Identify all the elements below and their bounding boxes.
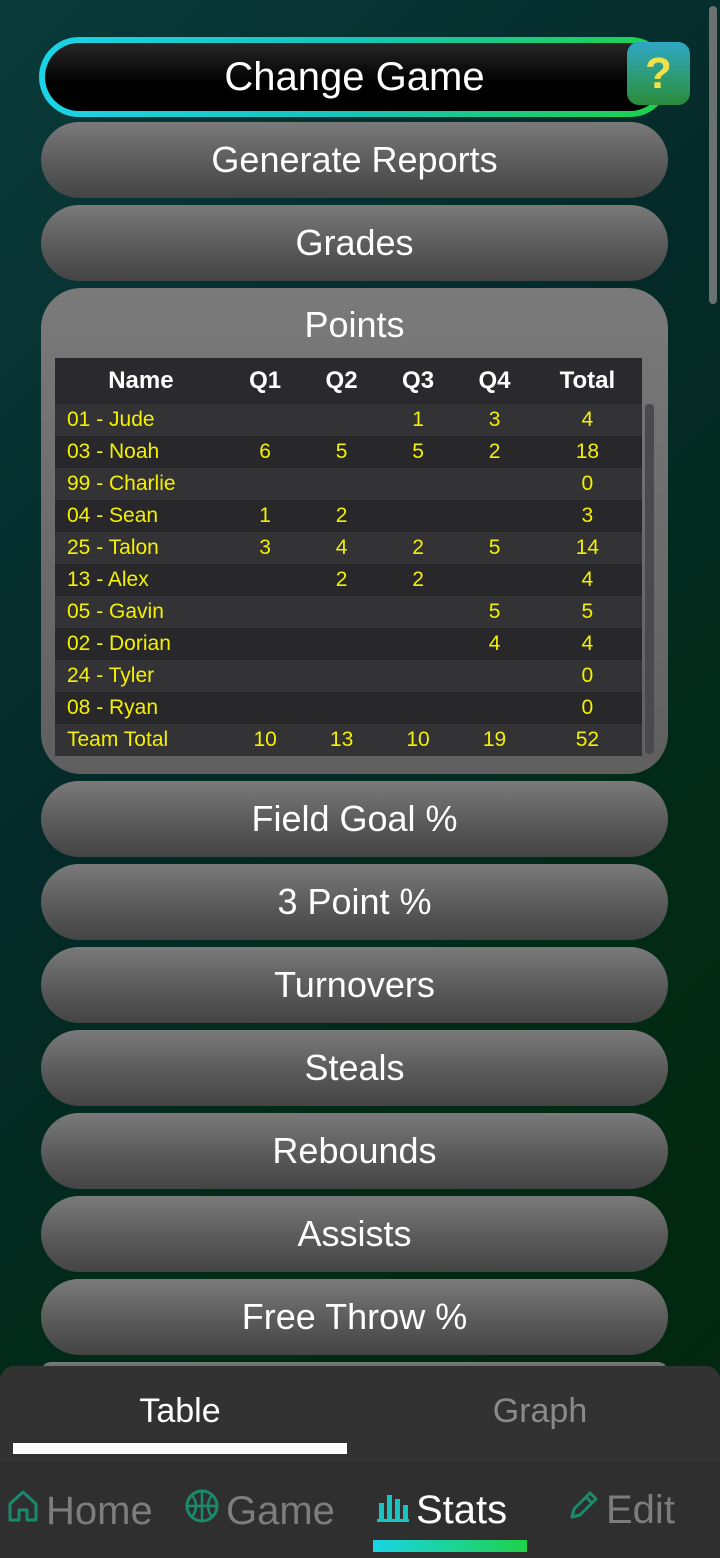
nav-game-label: Game: [226, 1488, 335, 1533]
cell-name: Team Total: [67, 728, 169, 751]
cell-q4: 19: [482, 728, 507, 751]
column-header-q1: Q1: [249, 367, 282, 394]
page-scrollbar[interactable]: [709, 6, 717, 304]
change-game-button[interactable]: Change Game: [41, 39, 668, 115]
cell-q4: 5: [488, 600, 501, 623]
cell-q4: 2: [488, 440, 501, 463]
free-throw-button[interactable]: Free Throw %: [41, 1279, 668, 1355]
help-button[interactable]: ?: [627, 42, 690, 105]
cell-name: 99 - Charlie: [67, 472, 176, 495]
cell-q1: 1: [259, 504, 271, 527]
table-row: 08 - Ryan 0: [55, 692, 642, 724]
table-row: 01 - Jude 1 3 4: [55, 404, 642, 436]
cell-q3: 2: [412, 568, 424, 591]
steals-button[interactable]: Steals: [41, 1030, 668, 1106]
home-icon: [6, 1488, 40, 1534]
cell-name: 02 - Dorian: [67, 632, 171, 655]
nav-home-label: Home: [46, 1488, 153, 1533]
rebounds-button[interactable]: Rebounds: [41, 1113, 668, 1189]
cell-q1: 3: [259, 536, 271, 559]
table-row: 13 - Alex 2 2 4: [55, 564, 642, 596]
cell-name: 05 - Gavin: [67, 600, 164, 623]
cell-name: 03 - Noah: [67, 440, 160, 463]
cell-q2: 13: [329, 728, 354, 751]
tab-table[interactable]: Table: [13, 1392, 347, 1431]
cell-name: 24 - Tyler: [67, 664, 155, 687]
table-row: 99 - Charlie 0: [55, 468, 642, 500]
basketball-icon: [184, 1488, 220, 1534]
cell-q3: 5: [412, 440, 424, 463]
table-header: Name Q1 Q2 Q3 Q4 Total: [55, 358, 642, 404]
nav-home[interactable]: Home: [6, 1488, 153, 1534]
table-row: 24 - Tyler 0: [55, 660, 642, 692]
column-header-q4: Q4: [478, 367, 511, 394]
cell-q4: 3: [488, 408, 501, 431]
cell-q3: 1: [412, 408, 424, 431]
column-header-q2: Q2: [325, 367, 358, 394]
cell-q2: 4: [335, 536, 348, 559]
pencil-icon: [566, 1488, 600, 1533]
cell-name: 08 - Ryan: [67, 696, 159, 719]
table-body: 01 - Jude 1 3 4 03 - Noah 6 5 5 2 18 99 - Charli…: [55, 404, 642, 756]
cell-total: 0: [581, 472, 594, 495]
grades-button[interactable]: Grades: [41, 205, 668, 281]
cell-q2: 2: [335, 504, 348, 527]
nav-game[interactable]: Game: [184, 1488, 335, 1534]
three-point-button[interactable]: 3 Point %: [41, 864, 668, 940]
view-tabs: Table Graph: [0, 1366, 720, 1462]
generate-reports-button[interactable]: Generate Reports: [41, 122, 668, 198]
column-header-q3: Q3: [402, 367, 435, 394]
nav-stats-label: Stats: [416, 1488, 508, 1532]
cell-total: 5: [581, 600, 594, 623]
table-row: 05 - Gavin 5 5: [55, 596, 642, 628]
cell-name: 25 - Talon: [67, 536, 159, 559]
points-title[interactable]: Points: [41, 304, 668, 346]
cell-q3: 10: [406, 728, 430, 751]
points-section: Points Name Q1 Q2 Q3 Q4 Total 01 - Jude 1…: [41, 288, 668, 774]
cell-total: 4: [581, 408, 594, 431]
cell-total: 4: [581, 632, 594, 655]
assists-button[interactable]: Assists: [41, 1196, 668, 1272]
table-row: 02 - Dorian 4 4: [55, 628, 642, 660]
cell-q1: 6: [259, 440, 271, 463]
cell-total: 3: [581, 504, 594, 527]
nav-stats-indicator: [373, 1540, 527, 1552]
bottom-nav: Home Game Stats Edit: [0, 1462, 720, 1558]
tab-table-indicator: [13, 1443, 347, 1454]
table-row: 03 - Noah 6 5 5 2 18: [55, 436, 642, 468]
cell-q3: 2: [412, 536, 424, 559]
cell-q4: 5: [488, 536, 501, 559]
cell-q2: 2: [335, 568, 348, 591]
turnovers-button[interactable]: Turnovers: [41, 947, 668, 1023]
cell-q4: 4: [488, 632, 501, 655]
field-goal-button[interactable]: Field Goal %: [41, 781, 668, 857]
cell-total: 0: [581, 696, 594, 719]
column-header-total: Total: [559, 367, 616, 394]
table-row: 04 - Sean 1 2 3: [55, 500, 642, 532]
cell-total: 14: [575, 536, 600, 559]
points-table: Name Q1 Q2 Q3 Q4 Total 01 - Jude 1 3 4 03 -…: [55, 358, 654, 756]
cell-name: 04 - Sean: [67, 504, 159, 527]
help-icon: ?: [645, 48, 672, 98]
table-row: 25 - Talon 3 4 2 5 14: [55, 532, 642, 564]
cell-total: 4: [581, 568, 594, 591]
nav-edit-label: Edit: [606, 1488, 675, 1532]
cell-q2: 5: [335, 440, 348, 463]
nav-edit[interactable]: Edit: [566, 1488, 675, 1533]
column-header-name: Name: [108, 367, 174, 394]
cell-total: 18: [575, 440, 600, 463]
cell-total: 0: [581, 664, 594, 687]
cell-q1: 10: [253, 728, 277, 751]
cell-name: 13 - Alex: [67, 568, 149, 591]
tab-graph[interactable]: Graph: [380, 1392, 700, 1431]
bar-chart-icon: [376, 1488, 410, 1533]
cell-total: 52: [575, 728, 600, 751]
team-total-row: Team Total 10 13 10 19 52: [55, 724, 642, 756]
nav-stats[interactable]: Stats: [376, 1488, 507, 1533]
cell-name: 01 - Jude: [67, 408, 155, 431]
table-scrollbar[interactable]: [645, 404, 654, 754]
